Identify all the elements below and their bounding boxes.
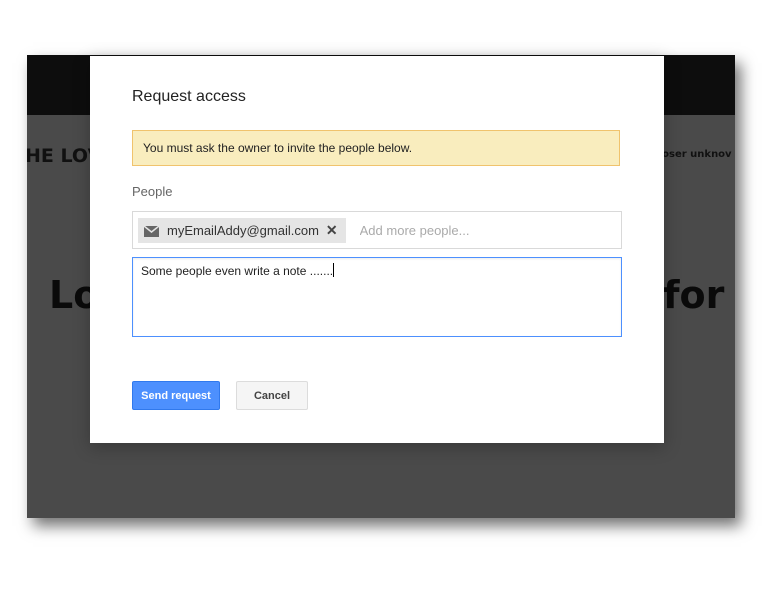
note-text: Some people even write a note ....... bbox=[141, 264, 334, 278]
recipient-email: myEmailAddy@gmail.com bbox=[167, 222, 319, 238]
recipient-chip[interactable]: myEmailAddy@gmail.com ✕ bbox=[138, 217, 346, 243]
cancel-button[interactable]: Cancel bbox=[236, 381, 308, 410]
people-field[interactable]: myEmailAddy@gmail.com ✕ bbox=[132, 211, 622, 249]
notice-banner: You must ask the owner to invite the peo… bbox=[132, 130, 620, 166]
send-request-button[interactable]: Send request bbox=[132, 381, 220, 410]
close-icon[interactable]: ✕ bbox=[326, 223, 338, 237]
note-textarea[interactable]: Some people even write a note ....... bbox=[132, 257, 622, 337]
background-heading-right: poser unknov bbox=[655, 149, 732, 160]
notice-text: You must ask the owner to invite the peo… bbox=[143, 141, 413, 155]
request-access-dialog: Request access You must ask the owner to… bbox=[90, 56, 664, 443]
people-label: People bbox=[132, 184, 173, 199]
mail-icon bbox=[143, 224, 160, 237]
background-large-text-right: for bbox=[663, 273, 725, 317]
dialog-title: Request access bbox=[132, 88, 246, 105]
text-cursor bbox=[333, 263, 335, 277]
add-people-input[interactable] bbox=[357, 221, 621, 239]
